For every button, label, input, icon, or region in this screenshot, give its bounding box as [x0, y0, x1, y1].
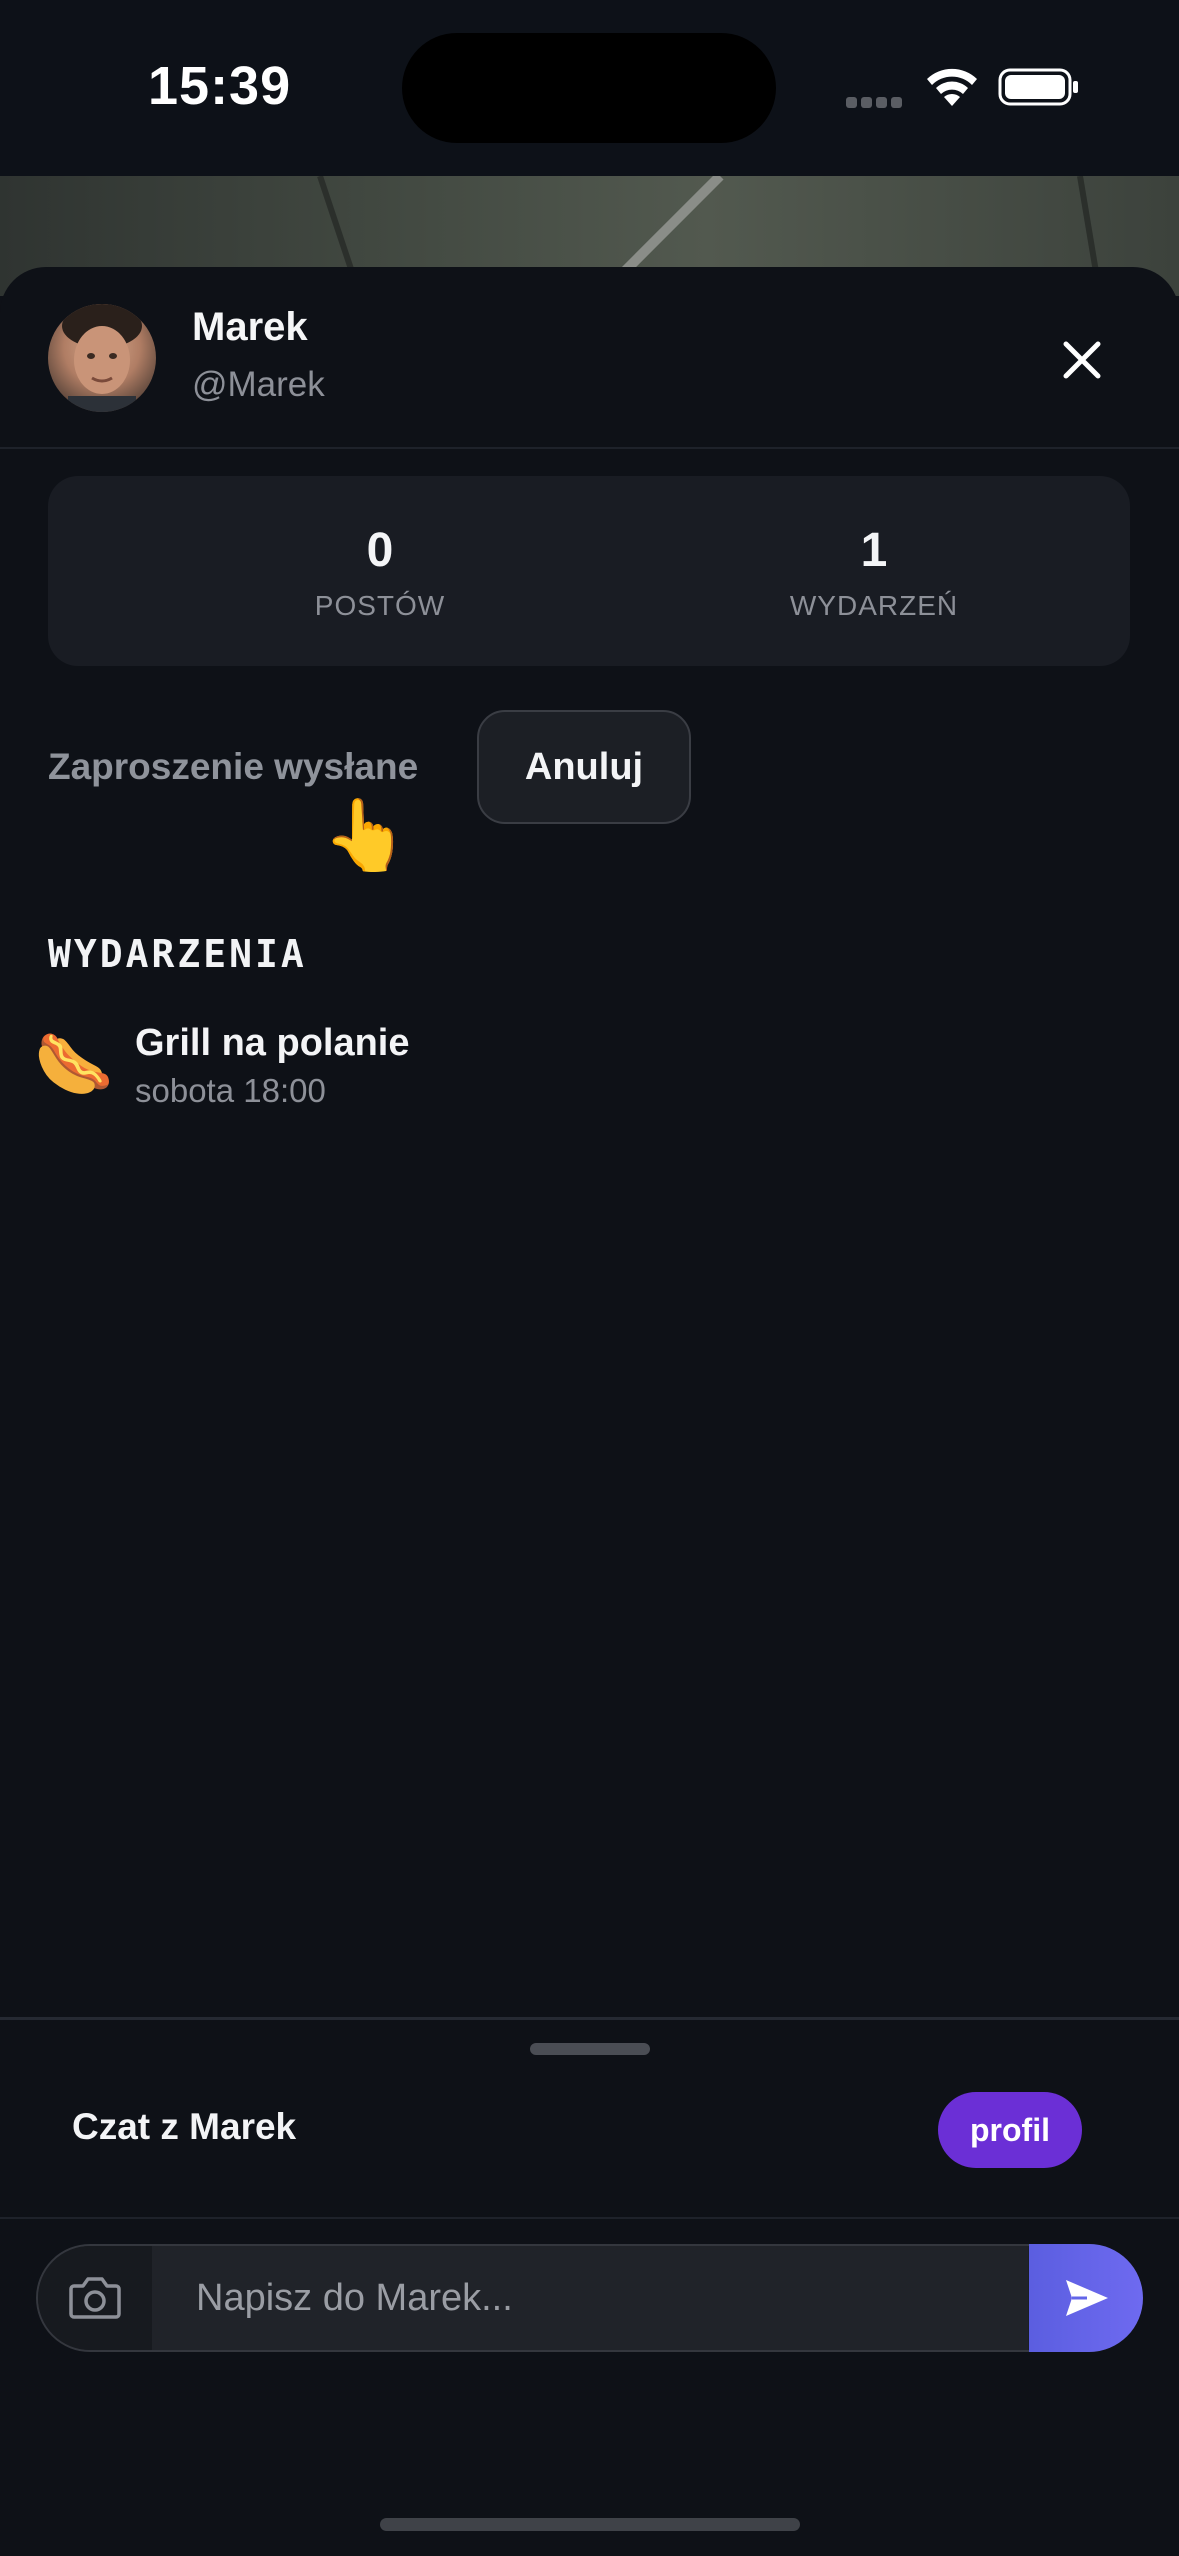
profile-handle: @Marek	[192, 365, 325, 404]
event-title: Grill na polanie	[135, 1022, 410, 1064]
avatar[interactable]	[48, 304, 156, 412]
pointing-hand-icon: 👆	[322, 796, 410, 874]
send-button[interactable]	[1029, 2244, 1143, 2352]
events-section-title: WYDARZENIA	[48, 932, 307, 976]
battery-icon	[998, 68, 1078, 106]
event-time: sobota 18:00	[135, 1072, 326, 1109]
close-icon[interactable]	[1054, 332, 1110, 388]
status-time: 15:39	[148, 56, 292, 116]
message-input[interactable]	[152, 2246, 1028, 2350]
wifi-icon	[927, 68, 977, 106]
status-bar: 15:39	[0, 0, 1179, 176]
chat-panel-top-border	[0, 2017, 1179, 2020]
home-indicator	[380, 2518, 800, 2531]
cancel-invite-button[interactable]: Anuluj	[477, 710, 691, 824]
drag-handle[interactable]	[530, 2043, 650, 2055]
message-composer	[36, 2244, 1142, 2352]
stat-events-value: 1	[860, 524, 888, 577]
stat-posts: 0 POSTÓW	[180, 476, 580, 622]
stat-events-label: WYDARZEŃ	[789, 590, 959, 621]
stats-card: 0 POSTÓW 1 WYDARZEŃ	[48, 476, 1130, 666]
chat-input-divider	[0, 2217, 1179, 2219]
stat-posts-label: POSTÓW	[314, 590, 446, 621]
send-icon	[1066, 2280, 1108, 2316]
stat-events: 1 WYDARZEŃ	[674, 476, 1074, 622]
cellular-signal-icon	[846, 95, 906, 108]
chat-title: Czat z Marek	[72, 2106, 297, 2147]
camera-button[interactable]	[38, 2246, 152, 2350]
hotdog-icon: 🌭	[34, 1028, 114, 1100]
camera-icon	[69, 2277, 121, 2319]
stat-posts-value: 0	[366, 524, 394, 577]
invite-status-text: Zaproszenie wysłane	[48, 746, 419, 787]
event-list-item[interactable]: 🌭 Grill na polanie sobota 18:00	[0, 1010, 1179, 1130]
profile-name: Marek	[192, 305, 308, 349]
header-divider	[0, 447, 1179, 449]
profile-button[interactable]: profil	[938, 2092, 1082, 2168]
dynamic-island	[402, 33, 776, 143]
